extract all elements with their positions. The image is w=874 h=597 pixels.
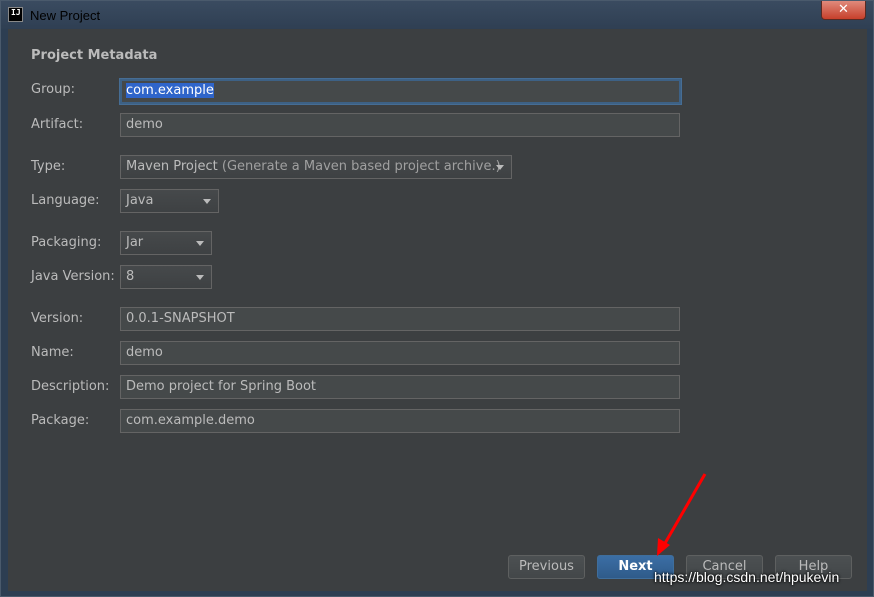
arrow-shaft: [662, 473, 707, 546]
watermark: https://blog.csdn.net/hpukevin: [654, 569, 840, 585]
red-arrow-annotation: [657, 473, 707, 556]
